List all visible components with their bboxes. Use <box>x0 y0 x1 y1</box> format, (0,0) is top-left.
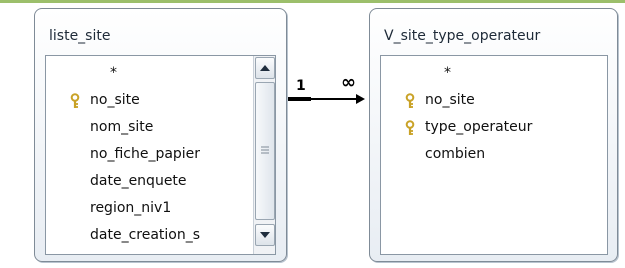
field-name: combien <box>425 146 486 162</box>
field-name: * <box>110 65 117 81</box>
relationship-one-label: 1 <box>296 78 306 94</box>
arrow-down-icon <box>260 232 270 238</box>
arrowhead-icon <box>356 94 365 104</box>
field-row[interactable]: region_niv1 <box>46 195 251 222</box>
table-window-v-site-type-operateur[interactable]: V_site_type_operateur * no_site type_opera… <box>369 8 618 262</box>
field-row[interactable]: no_site <box>381 87 586 114</box>
vertical-scrollbar[interactable] <box>253 56 275 254</box>
field-list: * no_site type_operateurcombien <box>380 55 608 255</box>
field-row[interactable]: date_enquete <box>46 168 251 195</box>
field-row[interactable]: nom_site <box>46 114 251 141</box>
field-name: nom_site <box>90 119 154 135</box>
field-row[interactable]: * <box>46 60 251 87</box>
table-title[interactable]: liste_site <box>49 28 110 44</box>
field-name: no_site <box>425 92 475 108</box>
relationship-many-label: ∞ <box>341 72 356 93</box>
grip-icon <box>261 146 269 154</box>
top-accent-strip <box>0 0 625 3</box>
table-window-liste-site[interactable]: liste_site * no_site nom_site no_fiche_p… <box>34 8 287 262</box>
field-name: type_operateur <box>425 119 533 135</box>
field-name: date_creation_s <box>90 227 201 243</box>
field-list: * no_site nom_site no_fiche_papier date_enqu… <box>45 55 276 255</box>
scroll-thumb[interactable] <box>255 82 275 220</box>
field-row[interactable]: no_fiche_papier <box>46 141 251 168</box>
field-row[interactable]: * <box>381 60 586 87</box>
arrow-up-icon <box>260 65 270 71</box>
scroll-down-button[interactable] <box>255 224 275 246</box>
field-name: * <box>444 65 451 81</box>
field-row[interactable]: no_site <box>46 87 251 114</box>
scroll-up-button[interactable] <box>255 57 275 79</box>
key-icon <box>404 119 416 135</box>
field-name: no_site <box>90 92 140 108</box>
field-row[interactable]: combien <box>381 141 586 168</box>
field-name: date_enquete <box>90 173 187 189</box>
field-row[interactable]: type_operateur <box>381 114 586 141</box>
field-name: no_fiche_papier <box>90 146 201 162</box>
field-row[interactable]: date_creation_s <box>46 222 251 249</box>
table-title[interactable]: V_site_type_operateur <box>384 28 540 44</box>
key-icon <box>69 92 81 108</box>
field-name: region_niv1 <box>90 200 172 216</box>
key-icon <box>404 92 416 108</box>
